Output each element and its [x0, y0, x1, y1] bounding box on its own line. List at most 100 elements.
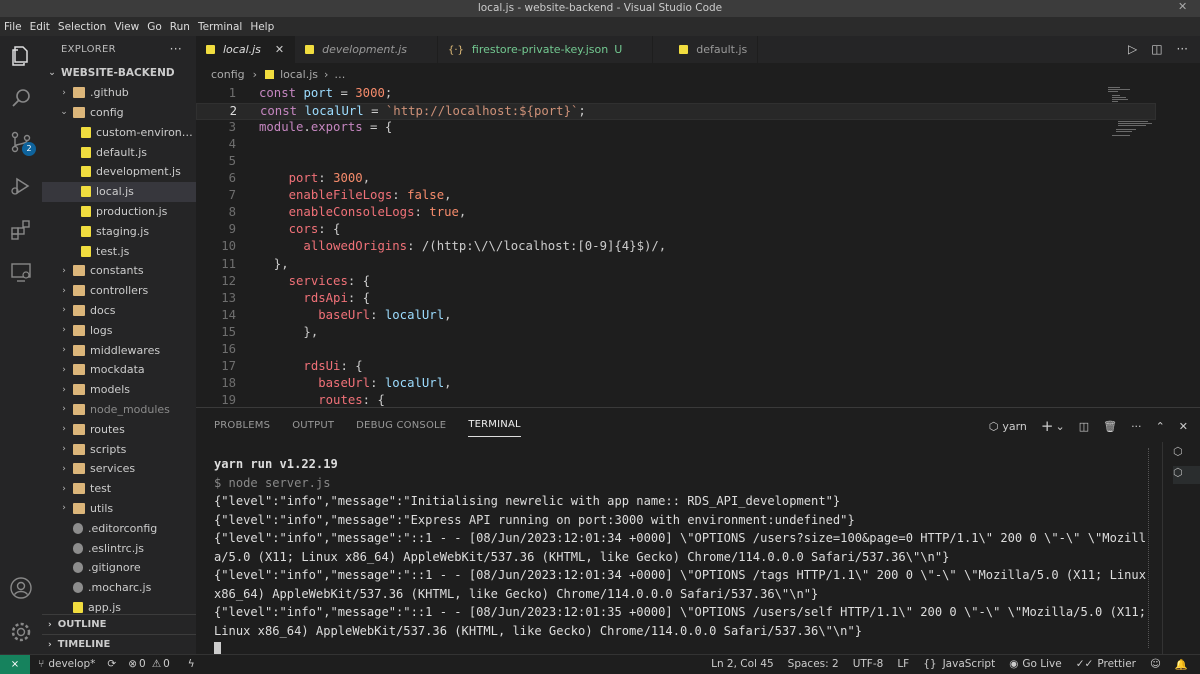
end-of-line[interactable]: LF	[897, 658, 909, 670]
code-line[interactable]: 18 baseUrl: localUrl,	[196, 376, 1156, 393]
menu-go[interactable]: Go	[147, 21, 162, 33]
project-root[interactable]: ⌄ WEBSITE-BACKEND	[42, 63, 196, 83]
code-line[interactable]: 14 baseUrl: localUrl,	[196, 308, 1156, 325]
tab-output[interactable]: OUTPUT	[292, 414, 334, 437]
split-terminal-icon[interactable]: ◫	[1079, 420, 1089, 433]
folder-item[interactable]: ⌄ config	[42, 103, 196, 123]
account-icon[interactable]	[9, 576, 33, 600]
menu-terminal[interactable]: Terminal	[198, 21, 242, 33]
breadcrumb-more[interactable]: …	[334, 68, 345, 81]
close-tab-icon[interactable]: ✕	[275, 43, 284, 56]
code-line[interactable]: 8 enableConsoleLogs: true,	[196, 205, 1156, 222]
file-item[interactable]: development.js	[42, 162, 196, 182]
folder-item[interactable]: › middlewares	[42, 340, 196, 360]
terminal-scrollbar[interactable]	[1148, 448, 1152, 648]
file-item[interactable]: test.js	[42, 241, 196, 261]
chevron-down-icon[interactable]: ⌄	[1055, 420, 1064, 433]
code-line[interactable]: 19 routes: {	[196, 393, 1156, 407]
remote-indicator-icon[interactable]: ⨯	[0, 654, 30, 674]
code-line[interactable]: 16	[196, 342, 1156, 359]
outline-section[interactable]: › OUTLINE	[42, 614, 196, 634]
folder-item[interactable]: › models	[42, 380, 196, 400]
extensions-icon[interactable]	[9, 218, 33, 242]
feedback-icon[interactable]: ☺	[1150, 658, 1161, 670]
terminal-name[interactable]: yarn	[1002, 420, 1027, 433]
menu-help[interactable]: Help	[250, 21, 274, 33]
warning-count[interactable]: 0	[163, 658, 170, 670]
code-line[interactable]: 11 },	[196, 257, 1156, 274]
code-editor[interactable]: 1 const port = 3000; 2 const localUrl = `ht…	[196, 85, 1200, 407]
folder-item[interactable]: › docs	[42, 301, 196, 321]
code-line[interactable]: 15 },	[196, 325, 1156, 342]
trash-icon[interactable]: 🗑	[1103, 420, 1117, 433]
tab-terminal[interactable]: TERMINAL	[468, 413, 521, 437]
file-item[interactable]: production.js	[42, 202, 196, 222]
tab-default-js[interactable]: default.js	[653, 36, 759, 63]
code-line[interactable]: 4	[196, 137, 1156, 154]
folder-item[interactable]: › services	[42, 459, 196, 479]
breadcrumb-file[interactable]: local.js	[280, 68, 318, 81]
tab-local-js[interactable]: local.js ✕	[196, 36, 296, 63]
terminal-instance-icon[interactable]: ⬡	[1173, 466, 1200, 484]
file-item[interactable]: .mocharc.js	[42, 578, 196, 598]
code-line[interactable]: 10 allowedOrigins: /(http:\/\/localhost:…	[196, 239, 1156, 256]
code-line[interactable]: 6 port: 3000,	[196, 171, 1156, 188]
terminal-instance-icon[interactable]: ⬡	[1173, 445, 1200, 463]
code-line[interactable]: 17 rdsUi: {	[196, 359, 1156, 376]
menu-view[interactable]: View	[114, 21, 139, 33]
language-mode[interactable]: JavaScript	[943, 658, 996, 670]
file-item[interactable]: .eslintrc.js	[42, 538, 196, 558]
files-icon[interactable]	[9, 44, 33, 68]
close-window-icon[interactable]: ✕	[1178, 0, 1192, 14]
git-branch[interactable]: develop*	[48, 658, 95, 670]
file-item[interactable]: default.js	[42, 142, 196, 162]
tab-firestore-private-key-json[interactable]: {·} firestore-private-key.json U	[438, 36, 654, 63]
code-line[interactable]: 7 enableFileLogs: false,	[196, 188, 1156, 205]
run-debug-icon[interactable]	[9, 174, 33, 198]
code-line[interactable]: 2 const localUrl = `http://localhost:${po…	[196, 103, 1156, 121]
bell-icon[interactable]: 🔔	[1175, 658, 1188, 671]
menu-file[interactable]: File	[4, 21, 22, 33]
more-actions-icon[interactable]: ···	[1177, 42, 1188, 56]
split-editor-icon[interactable]: ◫	[1151, 42, 1162, 56]
sync-icon[interactable]: ⟳	[107, 658, 116, 670]
error-count[interactable]: 0	[139, 658, 146, 670]
file-item[interactable]: local.js	[42, 181, 196, 202]
gear-icon[interactable]	[9, 620, 33, 644]
code-line[interactable]: 13 rdsApi: {	[196, 291, 1156, 308]
breadcrumb-folder[interactable]: config	[211, 68, 245, 81]
code-line[interactable]: 9 cors: {	[196, 222, 1156, 239]
close-panel-icon[interactable]: ✕	[1179, 420, 1188, 433]
folder-item[interactable]: › constants	[42, 261, 196, 281]
tab-problems[interactable]: PROBLEMS	[214, 414, 270, 437]
code-line[interactable]: 3 module.exports = {	[196, 120, 1156, 137]
search-icon[interactable]	[9, 86, 33, 110]
timeline-section[interactable]: › TIMELINE	[42, 634, 196, 654]
code-line[interactable]: 5	[196, 154, 1156, 171]
remote-explorer-icon[interactable]	[9, 260, 33, 284]
file-item[interactable]: staging.js	[42, 221, 196, 241]
cursor-position[interactable]: Ln 2, Col 45	[711, 658, 774, 670]
indentation[interactable]: Spaces: 2	[788, 658, 839, 670]
run-icon[interactable]: ▷	[1128, 42, 1137, 56]
code-line[interactable]: 12 services: {	[196, 274, 1156, 291]
go-live-button[interactable]: Go Live	[1022, 658, 1061, 670]
folder-item[interactable]: › controllers	[42, 281, 196, 301]
terminal-output[interactable]: yarn run v1.22.19 $ node server.js {"level…	[214, 455, 1154, 659]
folder-item[interactable]: › test	[42, 479, 196, 499]
folder-item[interactable]: › logs	[42, 320, 196, 340]
lightning-icon[interactable]: ϟ	[188, 658, 195, 670]
folder-item[interactable]: › utils	[42, 499, 196, 519]
menu-run[interactable]: Run	[170, 21, 190, 33]
tab-development-js[interactable]: development.js	[295, 36, 438, 63]
folder-item[interactable]: › mockdata	[42, 360, 196, 380]
maximize-panel-icon[interactable]: ⌃	[1156, 420, 1165, 433]
encoding[interactable]: UTF-8	[853, 658, 884, 670]
new-terminal-icon[interactable]: +	[1041, 417, 1054, 435]
prettier-status[interactable]: Prettier	[1097, 658, 1136, 670]
tab-debug-console[interactable]: DEBUG CONSOLE	[356, 414, 446, 437]
folder-item[interactable]: › .github	[42, 83, 196, 103]
code-line[interactable]: 1 const port = 3000;	[196, 86, 1156, 103]
menu-edit[interactable]: Edit	[30, 21, 50, 33]
folder-item[interactable]: › routes	[42, 419, 196, 439]
